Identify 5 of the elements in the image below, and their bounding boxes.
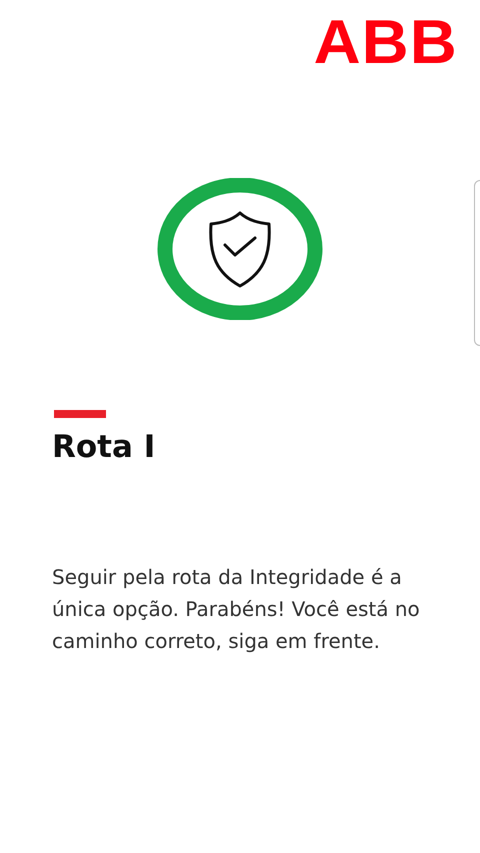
page-title: Rota I: [52, 428, 156, 466]
message-text: Seguir pela rota da Integridade é a única opção. Parabéns! Você está no caminho correto, siga em frente.: [52, 564, 421, 655]
shield-check-icon: [157, 178, 323, 320]
accent-bar: [54, 410, 106, 418]
logo: ABB: [313, 20, 458, 66]
